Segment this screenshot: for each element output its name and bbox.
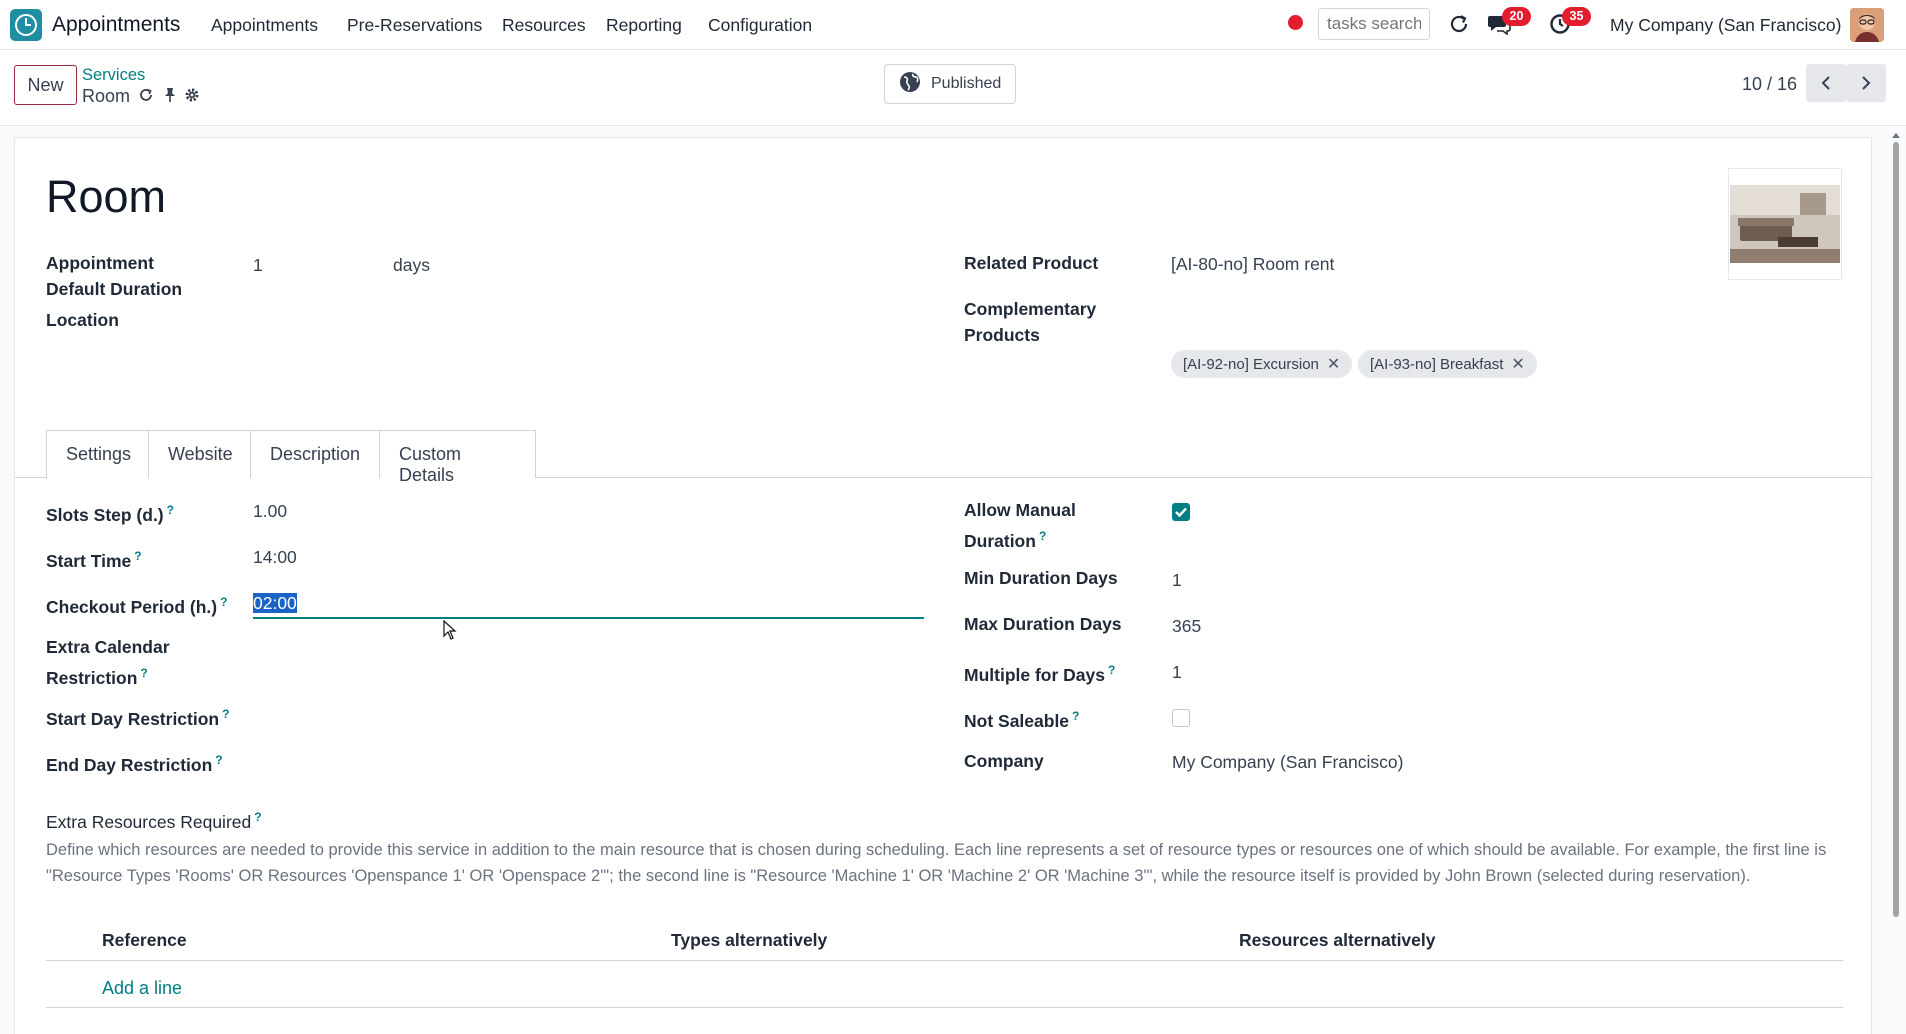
checkout-period-label: Checkout Period (h.)? [46, 595, 228, 617]
appointment-duration-input[interactable]: 1 [253, 252, 263, 278]
table-bottom-divider [46, 1007, 1843, 1008]
help-icon[interactable]: ? [215, 753, 222, 767]
refresh-icon[interactable] [1446, 11, 1472, 37]
start-time-label: Start Time? [46, 549, 142, 571]
tasks-search-input[interactable] [1318, 8, 1430, 40]
column-resources-alternatively[interactable]: Resources alternatively [1239, 930, 1436, 951]
company-label: Company [964, 751, 1044, 771]
menu-reporting[interactable]: Reporting [606, 15, 682, 36]
complementary-products-label: Complementary Products [964, 299, 1097, 345]
pager-previous-button[interactable] [1806, 64, 1846, 102]
extra-calendar-label: Extra Calendar Restriction? [46, 637, 170, 688]
column-reference[interactable]: Reference [102, 930, 187, 951]
add-a-line-link[interactable]: Add a line [102, 978, 182, 999]
min-duration-days-label: Min Duration Days [964, 568, 1118, 588]
checkout-period-underline [253, 617, 924, 619]
max-duration-days-label: Max Duration Days [964, 614, 1122, 634]
menu-appointments[interactable]: Appointments [211, 15, 318, 36]
activities-badge: 35 [1562, 7, 1591, 26]
not-saleable-label: Not Saleable? [964, 709, 1080, 731]
tab-website[interactable]: Website [148, 430, 251, 478]
complementary-tag-excursion[interactable]: [AI-92-no] Excursion ✕ [1171, 350, 1353, 378]
end-day-restriction-label: End Day Restriction? [46, 753, 223, 775]
tag-label: [AI-93-no] Breakfast [1370, 355, 1504, 373]
tag-label: [AI-92-no] Excursion [1183, 355, 1319, 373]
new-button[interactable]: New [14, 65, 77, 105]
published-label: Published [931, 75, 1002, 92]
allow-manual-duration-label: Allow Manual Duration? [964, 500, 1076, 551]
help-icon[interactable]: ? [167, 503, 174, 517]
tab-custom-details[interactable]: Custom Details [379, 430, 536, 485]
start-day-restriction-label: Start Day Restriction? [46, 707, 230, 729]
mouse-cursor-icon [443, 619, 457, 645]
recording-indicator-icon[interactable] [1288, 15, 1303, 30]
form-sheet: Room Appointment Default Duration 1 days… [14, 137, 1873, 1034]
help-icon[interactable]: ? [134, 549, 141, 563]
published-button[interactable]: Published [884, 64, 1016, 104]
menu-resources[interactable]: Resources [502, 15, 586, 36]
menu-configuration[interactable]: Configuration [708, 15, 812, 36]
page-scrollbar[interactable] [1890, 130, 1902, 920]
top-navbar: Appointments Appointments Pre-Reservatio… [0, 0, 1906, 50]
messages-badge: 20 [1502, 7, 1531, 26]
refresh-record-icon[interactable] [137, 86, 155, 104]
extra-resources-title: Extra Resources Required? [46, 810, 262, 832]
complementary-tag-breakfast[interactable]: [AI-93-no] Breakfast ✕ [1358, 350, 1537, 378]
remove-tag-icon[interactable]: ✕ [1327, 354, 1340, 374]
multiple-for-days-input[interactable]: 1 [1172, 659, 1182, 685]
record-title[interactable]: Room [46, 171, 166, 223]
start-time-input[interactable]: 14:00 [253, 544, 297, 570]
location-label: Location [46, 310, 119, 330]
related-product-label: Related Product [964, 253, 1099, 273]
control-panel: New Services Room Published 10 / 16 [0, 50, 1906, 126]
pin-icon[interactable] [161, 86, 179, 104]
table-header-divider [46, 960, 1843, 961]
help-icon[interactable]: ? [254, 810, 261, 824]
slots-step-input[interactable]: 1.00 [253, 498, 287, 524]
allow-manual-duration-checkbox[interactable] [1172, 503, 1190, 521]
breadcrumb-current: Room [82, 86, 131, 106]
company-switcher[interactable]: My Company (San Francisco) [1610, 15, 1841, 36]
column-types-alternatively[interactable]: Types alternatively [671, 930, 827, 951]
remove-tag-icon[interactable]: ✕ [1511, 354, 1524, 374]
appointment-duration-unit[interactable]: days [393, 252, 430, 278]
slots-step-label: Slots Step (d.)? [46, 503, 174, 525]
help-icon[interactable]: ? [222, 707, 229, 721]
gear-icon[interactable] [183, 86, 201, 104]
max-duration-days-input[interactable]: 365 [1172, 613, 1201, 639]
extra-resources-description: Define which resources are needed to pro… [46, 841, 1827, 885]
not-saleable-checkbox[interactable] [1172, 709, 1190, 727]
multiple-for-days-label: Multiple for Days? [964, 663, 1116, 685]
company-field[interactable]: My Company (San Francisco) [1172, 749, 1403, 775]
related-product-field[interactable]: [AI-80-no] Room rent [1171, 251, 1334, 277]
notebook-tabs: Settings Website Description Custom Deta… [15, 430, 1873, 485]
help-icon[interactable]: ? [220, 595, 227, 609]
help-icon[interactable]: ? [140, 666, 147, 680]
menu-pre-reservations[interactable]: Pre-Reservations [347, 15, 482, 36]
min-duration-days-input[interactable]: 1 [1172, 567, 1182, 593]
user-avatar[interactable] [1850, 8, 1884, 42]
tab-description[interactable]: Description [250, 430, 380, 478]
service-image[interactable] [1728, 168, 1842, 280]
tab-settings[interactable]: Settings [46, 430, 149, 479]
help-icon[interactable]: ? [1072, 709, 1079, 723]
breadcrumb-services[interactable]: Services [82, 66, 145, 85]
globe-icon [899, 71, 921, 98]
pager-next-button[interactable] [1846, 64, 1886, 102]
scrollbar-thumb[interactable] [1893, 142, 1899, 917]
checkout-period-input[interactable]: 02:00 [253, 590, 297, 616]
help-icon[interactable]: ? [1108, 663, 1115, 677]
appointment-duration-label: Appointment Default Duration [46, 253, 183, 299]
appointments-app-icon[interactable] [10, 9, 42, 41]
pager-value[interactable]: 10 / 16 [1742, 74, 1797, 95]
app-name[interactable]: Appointments [52, 13, 180, 37]
help-icon[interactable]: ? [1039, 529, 1046, 543]
selected-text: 02:00 [253, 593, 297, 613]
